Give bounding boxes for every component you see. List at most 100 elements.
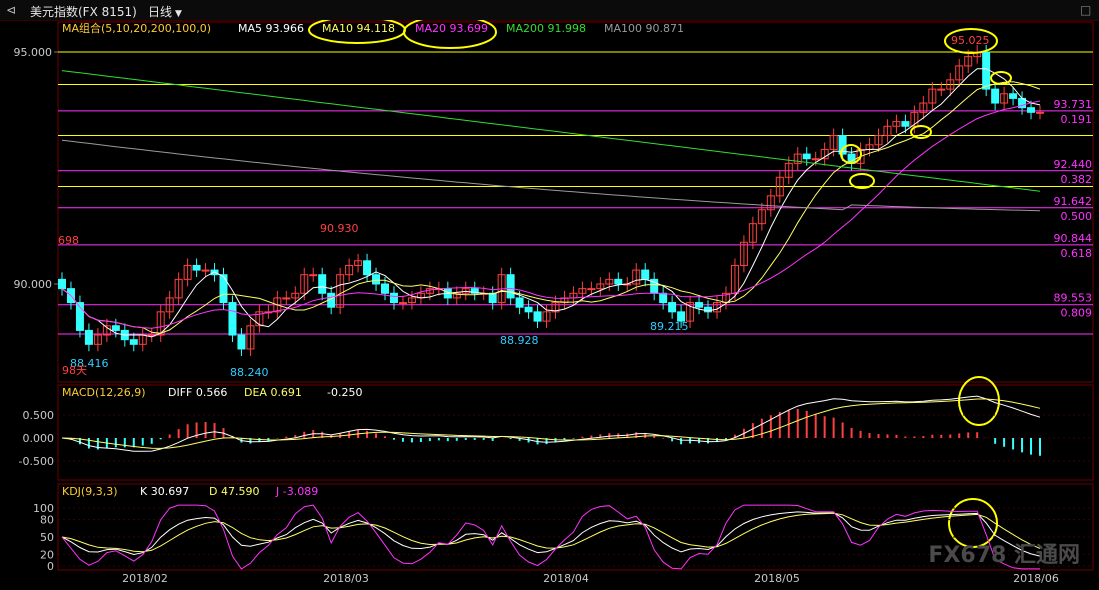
ma-value-label: MA5 93.966 xyxy=(238,22,304,35)
candle-body xyxy=(129,339,138,345)
candle-body xyxy=(1009,93,1018,99)
y-tick-label: 90.000 xyxy=(14,278,53,291)
kdj-y-tick-label: 0 xyxy=(47,560,54,573)
candle-body xyxy=(901,121,910,127)
ma200-line xyxy=(61,70,1041,192)
ma-value-label: MA20 93.699 xyxy=(415,22,488,35)
price-label: 98天 xyxy=(62,364,87,377)
title-bar: ⊲ 美元指数(FX 8151) 日线 ▼ □ xyxy=(0,0,1099,21)
macd-y-tick-label: -0.500 xyxy=(19,455,54,468)
candle-body xyxy=(219,274,228,304)
price-label: 88.928 xyxy=(500,334,539,347)
ma-value-label: MA10 94.118 xyxy=(322,22,395,35)
candle-body xyxy=(309,274,318,277)
candle-body xyxy=(372,274,381,285)
candle-body xyxy=(237,334,246,350)
macd-y-tick-label: 0.000 xyxy=(23,432,55,445)
back-icon[interactable]: ⊲ xyxy=(6,3,16,17)
period-selector[interactable]: 日线 ▼ xyxy=(148,3,182,20)
ma-value-label: MA200 91.998 xyxy=(506,22,586,35)
price-label: 90.930 xyxy=(320,222,359,235)
candle-body xyxy=(659,292,668,304)
fib-ratio-label: 0.191 xyxy=(1061,113,1093,126)
fib-ratio-label: 0.500 xyxy=(1061,210,1093,223)
candle-body xyxy=(802,153,811,160)
kdj-label: KDJ(9,3,3) xyxy=(62,485,118,498)
main-panel-frame xyxy=(57,21,1094,383)
expand-icon[interactable]: □ xyxy=(1080,3,1091,17)
candle-body xyxy=(524,306,533,313)
price-label: 88.240 xyxy=(230,366,269,379)
candle-body xyxy=(587,288,596,291)
fib-ratio-label: 0.618 xyxy=(1061,247,1093,260)
x-axis-label: 2018/05 xyxy=(754,572,800,585)
x-axis-label: 2018/06 xyxy=(1013,572,1059,585)
candle-body xyxy=(991,88,1000,104)
macd-label: MACD(12,26,9) xyxy=(62,386,146,399)
annotation-ellipse xyxy=(990,71,1012,85)
kdj-y-tick-label: 50 xyxy=(40,531,54,544)
candle-body xyxy=(58,278,66,290)
annotation-ellipse xyxy=(948,498,998,548)
candle-body xyxy=(668,302,677,313)
candle-body xyxy=(84,329,93,345)
macd-dea-value: DEA 0.691 xyxy=(244,386,302,399)
chevron-down-icon: ▼ xyxy=(175,9,182,19)
fib-ratio-label: 0.809 xyxy=(1061,307,1093,320)
ma100-line xyxy=(61,139,1041,212)
kdj-d-line xyxy=(61,512,1041,553)
candle-body xyxy=(614,278,623,285)
fib-ratio-label: 0.382 xyxy=(1061,173,1093,186)
fib-price-label: 93.731 xyxy=(1054,98,1093,111)
macd-diff-value: DIFF 0.566 xyxy=(168,386,227,399)
fib-price-label: 92.440 xyxy=(1054,158,1093,171)
fib-price-label: 91.642 xyxy=(1054,195,1093,208)
y-tick-label: 95.000 xyxy=(14,46,53,59)
kdj-k-line xyxy=(61,511,1041,557)
annotation-ellipse xyxy=(958,376,1000,426)
candle-body xyxy=(318,274,327,294)
macd-panel-frame xyxy=(57,384,1094,481)
candle-body xyxy=(282,297,291,300)
macd-dea-line xyxy=(61,398,1041,449)
candle-body xyxy=(111,325,120,331)
price-label: 89.215 xyxy=(650,320,689,333)
macd-diff-line xyxy=(61,395,1041,452)
candle-body xyxy=(381,283,390,294)
candle-body xyxy=(1036,111,1044,114)
fib-price-label: 89.553 xyxy=(1054,292,1093,305)
candle-body xyxy=(937,88,946,91)
x-axis-label: 2018/02 xyxy=(122,572,168,585)
macd-y-tick-label: 0.500 xyxy=(23,409,55,422)
kdj-k-value: K 30.697 xyxy=(140,485,189,498)
ma-indicator-label: MA组合(5,10,20,200,100,0) xyxy=(62,21,211,35)
kdj-j-value: J -3.089 xyxy=(275,485,318,498)
candle-body xyxy=(398,302,407,305)
kdj-d-value: D 47.590 xyxy=(209,485,259,498)
kdj-y-tick-label: 80 xyxy=(40,514,54,527)
chart-area[interactable]: 95.000 90.000 93.731 0.191 92.440 0.382 91.642… xyxy=(0,20,1099,590)
candle-body xyxy=(363,260,372,276)
candle-body xyxy=(515,297,524,308)
annotation-ellipse xyxy=(849,173,875,189)
candle-body xyxy=(389,292,398,304)
candle-body xyxy=(982,51,991,90)
period-label: 日线 xyxy=(148,5,173,19)
candle-body xyxy=(228,302,237,336)
candle-body xyxy=(533,311,542,322)
candle-body xyxy=(192,264,201,271)
watermark: FX678 汇通网 xyxy=(928,543,1080,568)
macd-value: -0.250 xyxy=(327,386,362,399)
candle-body xyxy=(506,274,515,299)
ma-value-label: MA100 90.871 xyxy=(604,22,684,35)
ma5-line xyxy=(61,68,1041,338)
price-label: 698 xyxy=(58,234,79,247)
candle-body xyxy=(811,158,820,161)
price-label: 95.025 xyxy=(951,34,990,47)
x-axis-label: 2018/03 xyxy=(323,572,369,585)
candle-body xyxy=(641,269,650,280)
x-axis-label: 2018/04 xyxy=(543,572,589,585)
instrument-title: 美元指数(FX 8151) xyxy=(30,5,137,19)
fib-price-label: 90.844 xyxy=(1054,232,1093,245)
candle-body xyxy=(201,269,210,272)
